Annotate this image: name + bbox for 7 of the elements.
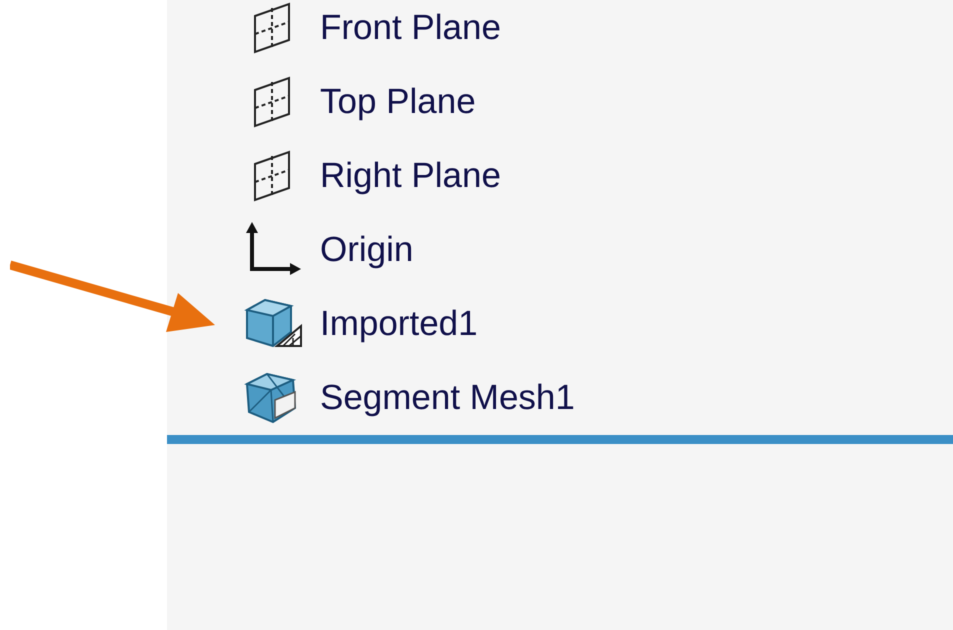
tree-item[interactable]: Imported1 <box>167 287 478 361</box>
tree-item[interactable]: Top Plane <box>167 65 476 139</box>
tree-item[interactable]: Origin <box>167 213 414 287</box>
tree-item[interactable]: Segment Mesh1 <box>167 361 575 435</box>
tree-item[interactable]: Front Plane <box>167 0 501 65</box>
tree-item[interactable]: Right Plane <box>167 139 501 213</box>
imported-body-icon <box>243 298 303 350</box>
